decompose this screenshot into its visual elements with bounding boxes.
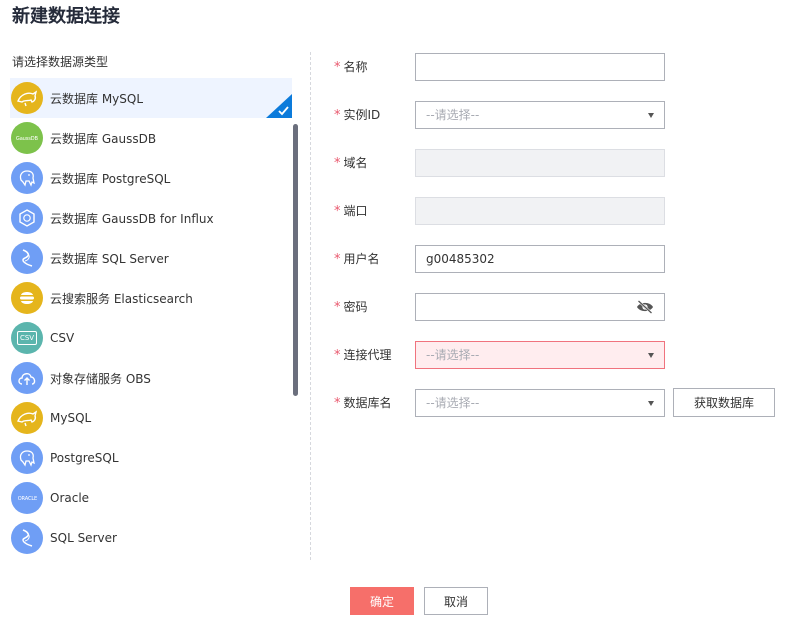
source-item[interactable]: 云数据库 GaussDB for Influx [10,198,292,238]
username-input[interactable] [415,245,665,273]
port-label: 端口 [343,204,368,218]
dialog-title: 新建数据连接 [12,6,120,27]
source-item[interactable]: 云数据库 PostgreSQL [10,158,292,198]
selected-check-icon [266,94,292,118]
required-mark: * [334,348,341,363]
source-item[interactable]: 云搜索服务 Elasticsearch [10,278,292,318]
required-mark: * [334,300,341,315]
form-row-name: * 名称 [330,53,780,81]
form-row-proxy: * 连接代理 --请选择-- [330,341,780,369]
source-item[interactable]: 云数据库 MySQL [10,78,292,118]
domain-input [415,149,665,177]
required-mark: * [334,156,341,171]
fetch-database-button[interactable]: 获取数据库 [673,388,775,417]
source-item-label: 云数据库 MySQL [50,91,144,106]
source-item-label: 云数据库 SQL Server [50,251,169,266]
database-placeholder: --请选择-- [426,396,480,410]
cancel-button[interactable]: 取消 [424,587,488,615]
csv-file-icon: CSV [11,322,43,354]
source-type-label: 请选择数据源类型 [12,55,109,69]
source-item[interactable]: GaussDB 云数据库 GaussDB [10,118,292,158]
required-mark: * [334,108,341,123]
oracle-logo-icon: ORACLE [11,482,43,514]
domain-label: 域名 [343,156,368,170]
username-label: 用户名 [343,252,380,266]
gaussdb-logo-icon: GaussDB [11,122,43,154]
source-item[interactable]: 云数据库 SQL Server [10,238,292,278]
source-item-label: 云数据库 GaussDB [50,131,157,146]
form-row-instance-id: * 实例ID --请选择-- [330,101,780,129]
elephant-icon [11,442,43,474]
required-mark: * [334,252,341,267]
source-item-label: 云搜索服务 Elasticsearch [50,291,193,306]
source-panel: 请选择数据源类型 云数据库 MySQL GaussDB 云数据库 GaussDB 云数… [0,48,310,560]
source-item-label: MySQL [50,411,92,425]
source-item-label: 云数据库 PostgreSQL [50,171,171,186]
source-item[interactable]: MySQL [10,398,292,438]
instance-id-label: 实例ID [343,108,381,122]
elasticsearch-icon [11,282,43,314]
eye-off-icon[interactable] [636,300,654,314]
confirm-button[interactable]: 确定 [350,587,414,615]
form-row-domain: * 域名 [330,149,780,177]
source-item-label: Oracle [50,491,90,505]
dolphin-icon [11,402,43,434]
cloud-upload-icon [11,362,43,394]
source-item[interactable]: 对象存储服务 OBS [10,358,292,398]
source-item-label: CSV [50,331,75,345]
source-item-label: 云数据库 GaussDB for Influx [50,211,214,226]
proxy-select[interactable]: --请选择-- [415,341,665,369]
caret-down-icon [648,353,654,358]
source-item[interactable]: CSV CSV [10,318,292,358]
panel-divider [310,52,311,560]
form-row-port: * 端口 [330,197,780,225]
source-list-scrollbar[interactable] [293,124,298,396]
password-label: 密码 [343,300,368,314]
instance-id-placeholder: --请选择-- [426,108,480,122]
source-item[interactable]: PostgreSQL [10,438,292,478]
port-input [415,197,665,225]
database-select[interactable]: --请选择-- [415,389,665,417]
hexagon-icon [11,202,43,234]
proxy-placeholder: --请选择-- [426,348,480,362]
name-input[interactable] [415,53,665,81]
form-row-password: * 密码 [330,293,780,321]
source-item-label: 对象存储服务 OBS [50,371,151,386]
sqlserver-icon [11,522,43,554]
password-input[interactable] [415,293,665,321]
elephant-icon [11,162,43,194]
sqlserver-icon [11,242,43,274]
database-label: 数据库名 [343,396,392,410]
source-item[interactable]: SQL Server [10,518,292,558]
form-row-username: * 用户名 [330,245,780,273]
dolphin-icon [11,82,43,114]
name-label: 名称 [343,60,368,74]
required-mark: * [334,204,341,219]
source-item[interactable]: ORACLE Oracle [10,478,292,518]
caret-down-icon [648,113,654,118]
required-mark: * [334,60,341,75]
source-item-label: PostgreSQL [50,451,119,465]
source-item-label: SQL Server [50,531,117,545]
proxy-label: 连接代理 [343,348,392,362]
caret-down-icon [648,401,654,406]
form-row-database: * 数据库名 --请选择-- 获取数据库 [330,388,780,417]
source-list: 云数据库 MySQL GaussDB 云数据库 GaussDB 云数据库 Postgr… [10,78,292,558]
instance-id-select[interactable]: --请选择-- [415,101,665,129]
required-mark: * [334,396,341,411]
